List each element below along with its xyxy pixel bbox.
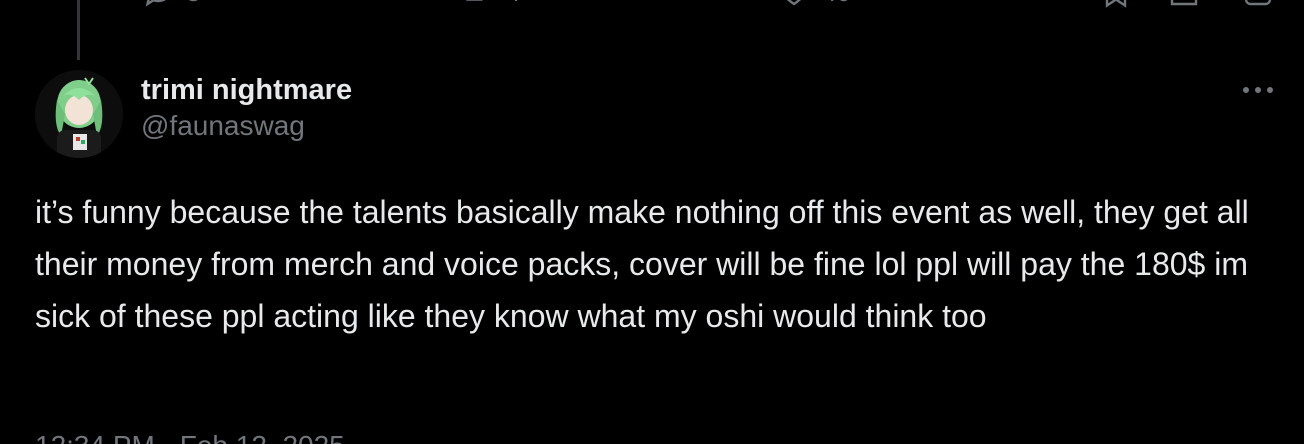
tweet-timestamp[interactable]: 12:34 PM · Feb 12, 2025 xyxy=(35,428,345,444)
bookmark-button[interactable] xyxy=(1098,0,1134,10)
more-options-button[interactable] xyxy=(1238,76,1278,104)
tweet-text: it’s funny because the talents basically… xyxy=(35,194,1258,334)
repost-button[interactable]: 4 xyxy=(460,0,520,10)
share-menu-button[interactable] xyxy=(1240,0,1276,10)
reply-button[interactable]: 3 xyxy=(140,0,200,10)
reply-icon xyxy=(145,0,166,7)
upload-icon xyxy=(1244,0,1272,6)
repost-count: 4 xyxy=(506,0,520,8)
bookmark-icon xyxy=(1105,0,1127,8)
display-name[interactable]: trimi nightmare xyxy=(141,72,352,108)
share-icon xyxy=(1170,0,1198,6)
heart-icon xyxy=(786,0,802,6)
reply-count: 3 xyxy=(186,0,200,8)
more-icon xyxy=(1243,87,1273,93)
avatar-image xyxy=(35,70,123,158)
like-count: 40 xyxy=(822,0,851,8)
tweet-author[interactable]: trimi nightmare @faunaswag xyxy=(141,72,352,144)
repost-icon xyxy=(466,0,483,1)
like-button[interactable]: 40 xyxy=(776,0,851,10)
share-button[interactable] xyxy=(1166,0,1202,10)
avatar[interactable] xyxy=(35,70,123,158)
previous-tweet-action-bar: 3 4 40 xyxy=(0,0,1304,18)
thread-connector-line xyxy=(77,0,80,60)
user-handle[interactable]: @faunaswag xyxy=(141,108,352,144)
